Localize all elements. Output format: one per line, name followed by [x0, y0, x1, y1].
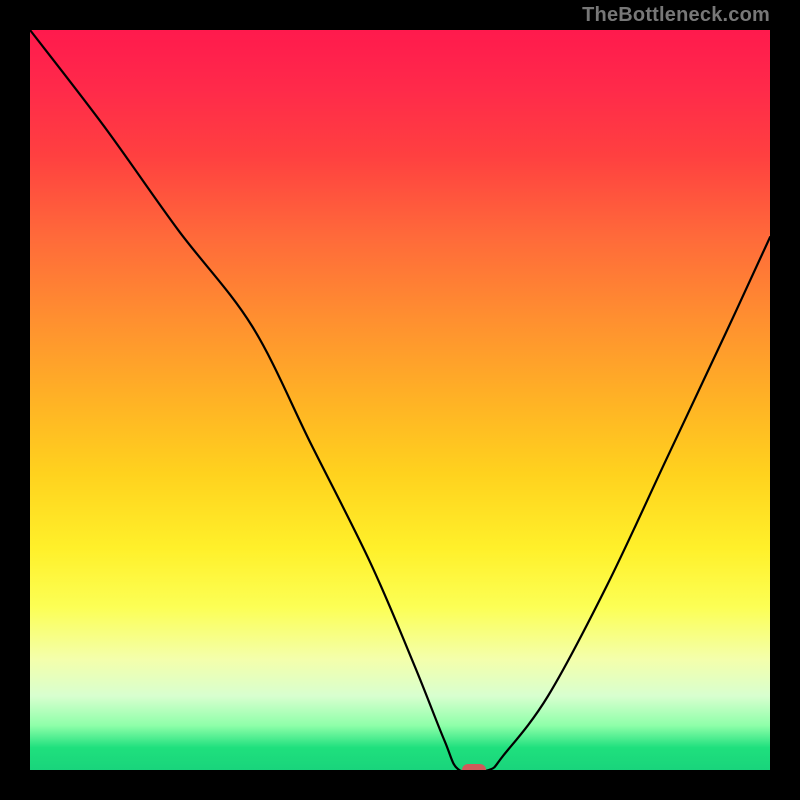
watermark: TheBottleneck.com — [582, 4, 770, 27]
bottleneck-marker — [462, 764, 486, 770]
chart-frame: TheBottleneck.com — [0, 0, 800, 800]
bottleneck-curve — [30, 30, 770, 770]
plot-area — [30, 30, 770, 770]
